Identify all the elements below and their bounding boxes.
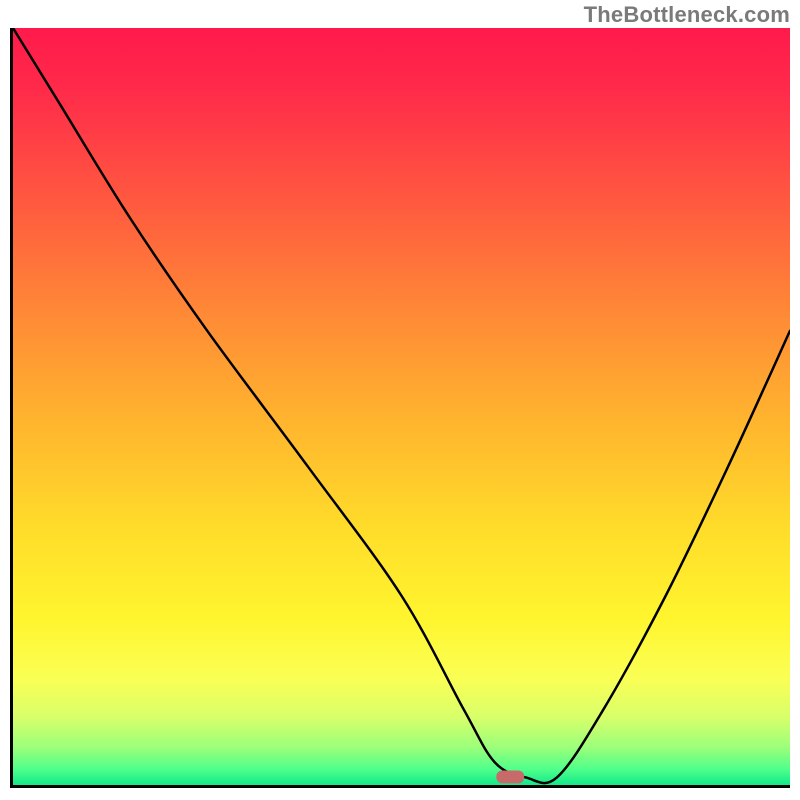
watermark-text: TheBottleneck.com (584, 2, 790, 28)
plot-area (10, 28, 790, 788)
chart-container: TheBottleneck.com (0, 0, 800, 800)
curve-svg (13, 28, 790, 785)
optimal-marker (496, 770, 524, 783)
bottleneck-curve (13, 28, 790, 783)
